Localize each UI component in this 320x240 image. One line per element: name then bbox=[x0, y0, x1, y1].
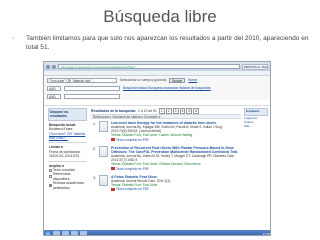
journal-thumbnail-icon bbox=[99, 121, 108, 132]
fulltext-link[interactable]: Texto completo en PDF bbox=[111, 167, 241, 171]
bullet-icon: ▪ bbox=[12, 35, 15, 42]
fulltext-link[interactable]: Texto completo en PDF bbox=[111, 138, 241, 142]
results-main: Resultados de la búsqueda: 1 a 10 de 51 … bbox=[91, 108, 241, 195]
limiter-date[interactable]: Fecha de publicación: 20100101-20131231 bbox=[48, 150, 87, 159]
divider bbox=[48, 142, 87, 144]
result-item: 1. Low-level laser therapy for the treat… bbox=[91, 121, 241, 142]
option-label: Revistas académicas (arbitradas) bbox=[52, 181, 84, 190]
result-number: 3. bbox=[93, 175, 96, 180]
result-number: 2. bbox=[93, 146, 96, 151]
fulltext-label: Texto completo en PDF bbox=[116, 137, 150, 142]
taskbar-app-icon[interactable] bbox=[80, 231, 87, 235]
checkbox[interactable] bbox=[49, 184, 52, 188]
context-panel: Contexto Imágenes Videos Más... bbox=[244, 108, 268, 129]
pager: 1 2 3 4 5 6 bbox=[158, 108, 200, 114]
start-icon[interactable] bbox=[45, 230, 51, 235]
sidebar-header: Depurar los resultados bbox=[48, 108, 87, 121]
results-content: Depurar los resultados Búsqueda actual B… bbox=[44, 106, 270, 236]
search-button[interactable]: Buscar bbox=[169, 77, 186, 83]
checkbox[interactable] bbox=[49, 175, 52, 179]
slide-caption: ▪ También limitamos para que solo nos ap… bbox=[12, 35, 310, 52]
pdf-icon bbox=[111, 167, 115, 171]
search-row-3: AND bbox=[44, 92, 270, 100]
boolean-select-3[interactable]: AND bbox=[47, 93, 61, 99]
taskbar-app-icon[interactable] bbox=[71, 231, 78, 235]
result-item: 2. Prevention of Recurrent Foot Ulcers W… bbox=[91, 145, 241, 171]
divider bbox=[48, 160, 87, 162]
results-range: 1 a 10 de 51 bbox=[138, 109, 157, 113]
browser-screenshot: http://web.b.ebscohost.com/ehost/results… bbox=[43, 61, 271, 236]
result-body: Prevention of Recurrent Foot Ulcers With… bbox=[111, 146, 241, 171]
search-nav-links[interactable]: Búsqueda básica Búsqueda avanzada Histor… bbox=[123, 86, 211, 90]
option-peer-reviewed[interactable]: Revistas académicas (arbitradas) bbox=[48, 181, 87, 190]
search-row: ("foot ulcer" OR "diabetic foot" ... Sel… bbox=[44, 76, 270, 84]
journal-thumbnail-icon bbox=[99, 174, 108, 186]
fulltext-label: Texto completo en PDF bbox=[116, 166, 150, 171]
search-input[interactable]: ("foot ulcer" OR "diabetic foot" ... bbox=[47, 77, 117, 83]
taskbar-app-icon[interactable] bbox=[53, 231, 60, 235]
checkbox[interactable] bbox=[49, 168, 52, 172]
option-label: Referencias disponibles bbox=[52, 172, 71, 181]
context-item[interactable]: Más... bbox=[244, 124, 268, 129]
result-body: A Fotos Diabetic Foot Ulcer. Academic Jo… bbox=[111, 175, 241, 192]
result-item: 3. A Fotos Diabetic Foot Ulcer. Academic… bbox=[91, 174, 241, 192]
pdf-icon bbox=[111, 187, 115, 191]
field-select-label[interactable]: Seleccionar un campo (opcional) bbox=[120, 78, 166, 82]
page-link[interactable]: 3 bbox=[172, 108, 179, 114]
fulltext-link[interactable]: Texto completo en PDF bbox=[111, 187, 241, 191]
boolean-select[interactable]: AND bbox=[47, 85, 61, 91]
browser-chrome: http://web.b.ebscohost.com/ehost/results… bbox=[44, 62, 270, 71]
sort-bar[interactable]: Relevancia ▾ Opciones de página ▾ Compar… bbox=[91, 114, 241, 119]
option-references[interactable]: Referencias disponibles bbox=[48, 172, 87, 181]
search-input-3[interactable] bbox=[64, 93, 120, 99]
results-title: Resultados de la búsqueda: bbox=[91, 109, 137, 113]
back-icon[interactable] bbox=[46, 64, 50, 69]
page-link[interactable]: 1 bbox=[158, 108, 165, 114]
search-input-2[interactable] bbox=[64, 85, 120, 91]
boolean-value[interactable]: ("foot ulcer" OR "diabetic foot") AND ..… bbox=[48, 132, 87, 141]
browser-tab[interactable]: EBSCOhost: Resultados bbox=[242, 63, 268, 70]
search-row-2: AND Búsqueda básica Búsqueda avanzada Hi… bbox=[44, 84, 270, 92]
caption-text: También limitamos para que solo nos apar… bbox=[26, 35, 309, 51]
page-link[interactable]: 5 bbox=[186, 108, 193, 114]
forward-icon[interactable] bbox=[52, 64, 56, 69]
page-link[interactable]: 6 bbox=[193, 108, 200, 114]
result-source: Academic Journal By: Ulbrecht JS; Hurley… bbox=[111, 154, 235, 163]
slide-title: Búsqueda libre bbox=[103, 7, 217, 26]
taskbar-app-icon[interactable] bbox=[62, 231, 69, 235]
result-body: Low-level laser therapy for the treatmen… bbox=[111, 121, 241, 142]
page-link[interactable]: 2 bbox=[165, 108, 172, 114]
clock: 17:05 bbox=[262, 231, 270, 236]
address-bar[interactable]: http://web.b.ebscohost.com/ehost/results… bbox=[58, 64, 240, 69]
result-source: Academic Journal By: Kajagar BM; Godhi A… bbox=[111, 125, 223, 134]
pdf-icon bbox=[111, 138, 115, 142]
result-title[interactable]: Prevention of Recurrent Foot Ulcers With… bbox=[111, 146, 241, 155]
taskbar: 17:05 bbox=[44, 230, 270, 236]
page-link[interactable]: 4 bbox=[179, 108, 186, 114]
fulltext-label: Texto completo en PDF bbox=[116, 187, 150, 192]
journal-thumbnail-icon bbox=[99, 145, 108, 157]
clear-link[interactable]: Borrar bbox=[188, 78, 197, 82]
context-header: Contexto bbox=[244, 108, 268, 116]
refine-sidebar: Depurar los resultados Búsqueda actual B… bbox=[48, 108, 87, 190]
result-number: 1. bbox=[93, 122, 96, 126]
